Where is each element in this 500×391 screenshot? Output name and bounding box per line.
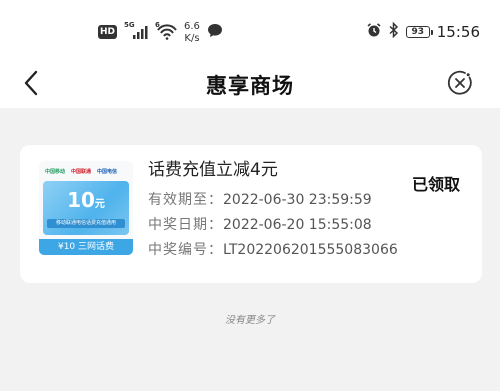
coupon-thumbnail: 中国移动 中国联通 中国电信 10元 移动联通电信话费充值通用 ¥10 三网话费: [39, 161, 133, 255]
thumb-amount-unit: 元: [94, 199, 105, 210]
claimed-status: 已领取: [411, 175, 460, 194]
thumb-footer: ¥10 三网话费: [39, 239, 133, 255]
close-button[interactable]: [445, 68, 475, 98]
battery-icon: 93: [405, 26, 433, 38]
validity-row: 有效期至：2022-06-30 23:59:59: [148, 189, 372, 209]
message-icon: [207, 23, 223, 42]
recharge-card-graphic: 10元 移动联通电信话费充值通用: [43, 181, 129, 235]
status-bar: HD 5G 6 6.6 K/s 93 15:56: [0, 0, 500, 62]
nav-bar: 惠享商场: [0, 62, 500, 108]
alarm-icon: [366, 22, 382, 42]
hd-icon: HD: [98, 25, 118, 39]
china-unicom-logo: 中国联通: [71, 168, 92, 175]
win-number-row: 中奖编号：LT20220620155508306​6: [148, 239, 398, 259]
status-bar-left: HD 5G 6 6.6 K/s: [98, 21, 223, 45]
validity-label: 有效期至：: [148, 192, 223, 208]
win-date-label: 中奖日期：: [148, 217, 223, 233]
thumb-subtitle: 移动联通电信话费充值通用: [47, 219, 125, 228]
speed-value: 6.6: [184, 21, 200, 32]
wifi-icon: 6: [155, 21, 177, 40]
validity-value: 2022-06-30 23:59:59: [223, 192, 372, 208]
win-date-value: 2022-06-20 15:55:08: [223, 217, 372, 233]
speed-unit: K/s: [184, 33, 200, 44]
coupon-title: 话费充值立减4元: [148, 160, 278, 180]
network-gen-label: 5G: [124, 21, 135, 29]
win-number-value: LT20220620155508306​6: [223, 242, 398, 258]
win-date-row: 中奖日期：2022-06-20 15:55:08: [148, 214, 372, 234]
win-number-label: 中奖编号：: [148, 242, 223, 258]
china-mobile-logo: 中国移动: [45, 168, 66, 175]
page-title: 惠享商场: [206, 74, 294, 98]
coupon-card[interactable]: 中国移动 中国联通 中国电信 10元 移动联通电信话费充值通用 ¥10 三网话费…: [20, 145, 482, 283]
thumb-amount: 10元: [43, 188, 129, 212]
signal-icon: 5G: [124, 21, 148, 40]
status-bar-right: 93 15:56: [366, 21, 480, 42]
battery-level: 93: [411, 27, 425, 37]
status-time: 15:56: [436, 23, 480, 41]
list-end-text: 没有更多了: [225, 315, 275, 326]
bluetooth-icon: [389, 21, 399, 42]
carrier-logos: 中国移动 中国联通 中国电信: [45, 166, 129, 176]
wifi-gen-label: 6: [155, 21, 160, 29]
close-circle-icon: [447, 70, 472, 95]
china-telecom-logo: 中国电信: [97, 168, 118, 175]
thumb-amount-value: 10: [67, 188, 95, 212]
network-speed: 6.6 K/s: [184, 21, 200, 45]
